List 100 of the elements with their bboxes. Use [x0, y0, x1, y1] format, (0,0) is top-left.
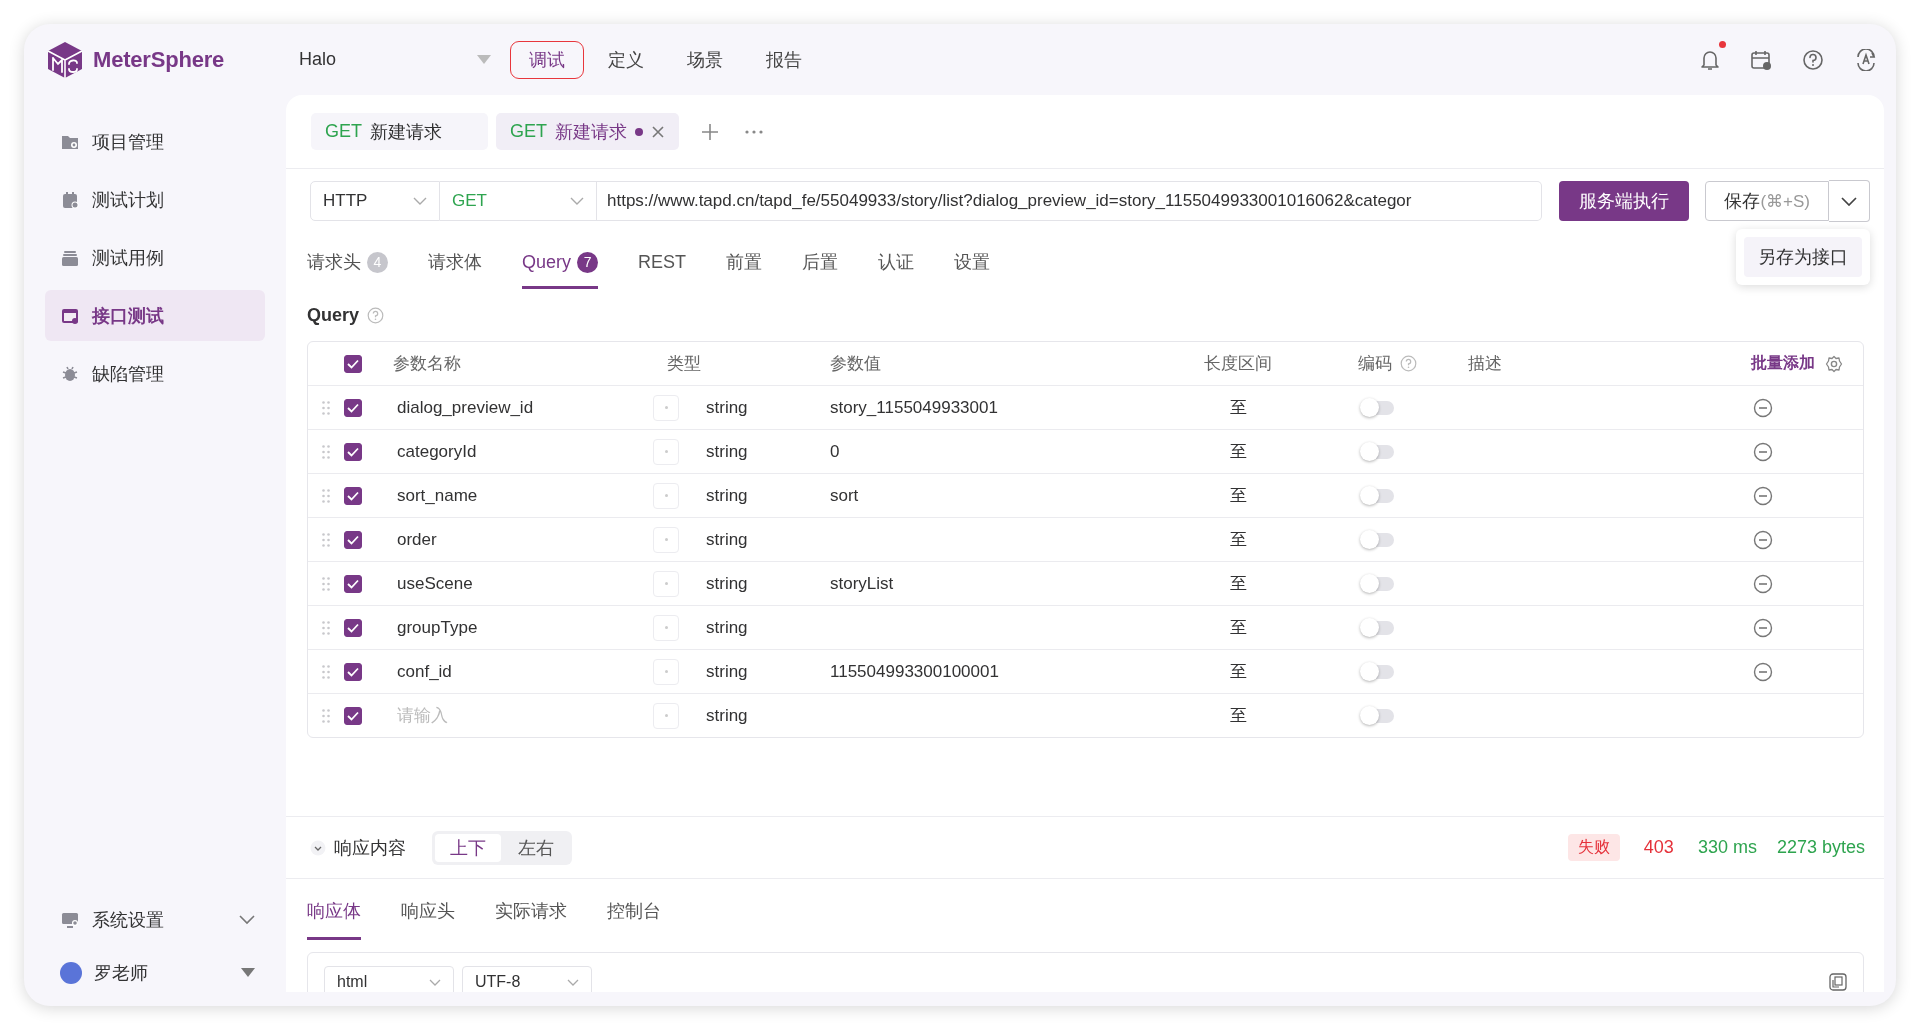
tab[interactable]: Query 7: [522, 237, 599, 289]
toggle-switch[interactable]: [1362, 708, 1394, 723]
checkbox[interactable]: [344, 706, 362, 725]
drag-handle-icon[interactable]: [322, 444, 330, 459]
dropdown-button[interactable]: [1829, 180, 1870, 222]
type-select[interactable]: string: [706, 661, 748, 682]
copy-icon[interactable]: [1829, 973, 1847, 991]
checkbox[interactable]: [344, 662, 362, 681]
settings-icon[interactable]: [1825, 354, 1843, 373]
type-select[interactable]: string: [706, 573, 748, 594]
tab[interactable]: REST: [638, 237, 687, 289]
calendar-icon[interactable]: [1750, 48, 1772, 71]
param-name[interactable]: groupType: [384, 617, 653, 638]
batch-add-link[interactable]: 批量添加: [1751, 353, 1815, 374]
param-value[interactable]: sort: [830, 485, 859, 506]
type-select[interactable]: string: [706, 397, 748, 418]
drag-handle-icon[interactable]: [322, 708, 330, 723]
param-name[interactable]: dialog_preview_id: [384, 397, 653, 418]
save-button[interactable]: 保存(⌘+S): [1705, 181, 1829, 221]
type-select[interactable]: string: [706, 617, 748, 638]
toggle-switch[interactable]: [1362, 444, 1394, 459]
toggle-switch[interactable]: [1362, 488, 1394, 503]
checkbox[interactable]: [344, 398, 362, 417]
type-select[interactable]: string: [706, 441, 748, 462]
toggle-switch[interactable]: [1362, 620, 1394, 635]
nav-tab[interactable]: 定义: [589, 40, 663, 79]
drag-handle-icon[interactable]: [322, 620, 330, 635]
drag-handle-icon[interactable]: [322, 576, 330, 591]
toggle-switch[interactable]: [1362, 664, 1394, 679]
sidebar-item[interactable]: 接口测试: [45, 290, 265, 341]
sidebar-item[interactable]: 测试计划: [45, 174, 265, 225]
checkbox[interactable]: [344, 442, 362, 461]
type-select[interactable]: string: [706, 485, 748, 506]
nav-tab[interactable]: 报告: [747, 40, 821, 79]
tab[interactable]: 认证: [878, 237, 915, 289]
sidebar-item[interactable]: 项目管理: [45, 116, 265, 167]
remove-icon[interactable]: [1753, 617, 1773, 638]
format-select[interactable]: html: [324, 966, 454, 992]
check-icon: [347, 578, 359, 589]
remove-icon[interactable]: [1753, 573, 1773, 594]
encoding-select[interactable]: UTF-8: [462, 966, 592, 992]
remove-icon[interactable]: [1753, 529, 1773, 550]
project-select[interactable]: Halo: [286, 49, 491, 70]
protocol-select[interactable]: HTTP: [310, 181, 440, 221]
param-value[interactable]: storyList: [830, 573, 894, 594]
nav-tab[interactable]: 调试: [510, 40, 584, 79]
drag-handle-icon[interactable]: [322, 400, 330, 415]
tab[interactable]: 后置: [802, 237, 839, 289]
param-name[interactable]: useScene: [384, 573, 653, 594]
settings-menu[interactable]: 系统设置: [45, 900, 265, 939]
run-button[interactable]: 服务端执行: [1559, 181, 1690, 221]
remove-icon[interactable]: [1753, 485, 1773, 506]
tab[interactable]: 响应体: [307, 879, 361, 940]
menu-item[interactable]: 另存为接口: [1744, 237, 1862, 277]
type-select[interactable]: string: [706, 705, 748, 726]
tab[interactable]: 请求体: [428, 237, 482, 289]
param-name[interactable]: categoryId: [384, 441, 653, 462]
tab[interactable]: 前置: [726, 237, 763, 289]
toggle-switch[interactable]: [1362, 576, 1394, 591]
more-icon[interactable]: [745, 129, 764, 134]
bell-icon[interactable]: [1700, 48, 1720, 71]
close-icon[interactable]: [651, 124, 666, 139]
tab[interactable]: 设置: [954, 237, 991, 289]
remove-icon[interactable]: [1753, 661, 1773, 682]
param-name[interactable]: conf_id: [384, 661, 653, 682]
checkbox[interactable]: [344, 618, 362, 637]
drag-handle-icon[interactable]: [322, 664, 330, 679]
nav-tab[interactable]: 场景: [668, 40, 742, 79]
remove-icon[interactable]: [1753, 397, 1773, 418]
url-field[interactable]: https://www.tapd.cn/tapd_fe/55049933/story/list?dialog_preview_id=story_1155049933001016062&categor: [597, 181, 1543, 221]
drag-handle-icon[interactable]: [322, 532, 330, 547]
checkbox[interactable]: [344, 354, 362, 373]
request-tab[interactable]: GET 新建请求: [311, 113, 488, 150]
sidebar-item[interactable]: 测试用例: [45, 232, 265, 283]
tab[interactable]: 请求头 4: [307, 237, 388, 289]
param-value[interactable]: 115504993300100001: [830, 661, 999, 682]
segment-option[interactable]: 左右: [503, 833, 569, 862]
tab[interactable]: 响应头: [401, 879, 455, 940]
param-name[interactable]: order: [384, 529, 653, 550]
param-name[interactable]: sort_name: [384, 485, 653, 506]
param-value[interactable]: story_1155049933001: [830, 397, 998, 418]
remove-icon[interactable]: [1753, 441, 1773, 462]
drag-handle-icon[interactable]: [322, 488, 330, 503]
user-menu[interactable]: 罗老师: [45, 953, 265, 992]
type-select[interactable]: string: [706, 529, 748, 550]
checkbox[interactable]: [344, 574, 362, 593]
tab[interactable]: 控制台: [607, 879, 661, 940]
checkbox[interactable]: [344, 486, 362, 505]
checkbox[interactable]: [344, 530, 362, 549]
help-icon[interactable]: [1802, 48, 1824, 71]
param-value[interactable]: 0: [830, 441, 840, 462]
toggle-switch[interactable]: [1362, 532, 1394, 547]
collapse-icon[interactable]: [310, 839, 326, 856]
plus-icon[interactable]: [701, 122, 720, 141]
tab[interactable]: 实际请求: [495, 879, 567, 940]
toggle-switch[interactable]: [1362, 400, 1394, 415]
request-tab[interactable]: GET 新建请求: [496, 113, 680, 150]
segment-option[interactable]: 上下: [435, 833, 501, 862]
sidebar-item[interactable]: 缺陷管理: [45, 348, 265, 399]
refresh-icon[interactable]: [1854, 48, 1878, 71]
